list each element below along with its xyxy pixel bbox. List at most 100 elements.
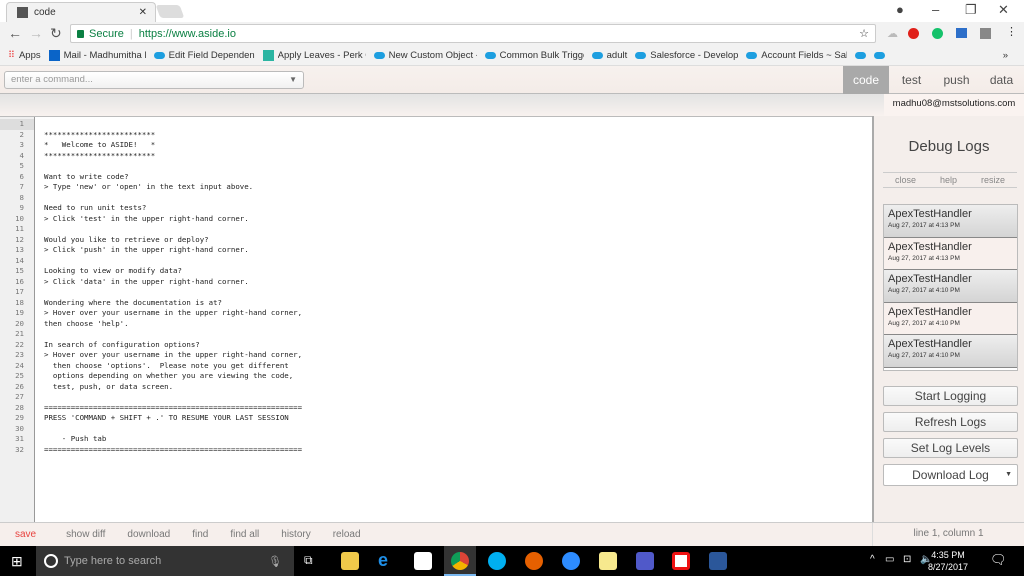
bookmark-item[interactable]: New Custom Object - bbox=[373, 50, 477, 61]
refresh-logs-button[interactable]: Refresh Logs bbox=[883, 412, 1018, 432]
close-window-button[interactable]: ✕ bbox=[998, 2, 1009, 18]
url-field[interactable]: Secure | https://www.aside.io ☆ bbox=[70, 24, 876, 43]
set-log-levels-button[interactable]: Set Log Levels bbox=[883, 438, 1018, 458]
profile-icon[interactable]: ● bbox=[896, 2, 904, 17]
line-number: 14 bbox=[15, 255, 24, 265]
browser-tab[interactable]: code ✕ bbox=[6, 2, 156, 22]
close-link[interactable]: close bbox=[895, 173, 916, 187]
download-log-select[interactable]: Download Log ▼ bbox=[883, 464, 1018, 486]
new-tab-button[interactable] bbox=[155, 5, 185, 18]
bookmark-item[interactable]: Common Bulk Trigge bbox=[484, 50, 584, 61]
cursor-position: line 1, column 1 bbox=[872, 523, 1024, 547]
line-number: 32 bbox=[15, 444, 24, 454]
debug-log-item[interactable]: ApexTestHandler Aug 27, 2017 at 4:10 PM bbox=[884, 335, 1017, 368]
taskbar-clock[interactable]: 4:35 PM 8/27/2017 bbox=[928, 549, 968, 573]
sticky-notes-icon[interactable] bbox=[599, 552, 617, 570]
store-icon[interactable] bbox=[414, 552, 432, 570]
tab-test[interactable]: test bbox=[889, 66, 934, 94]
windows-start-icon[interactable]: ⊞ bbox=[11, 553, 23, 570]
download-button[interactable]: download bbox=[127, 529, 170, 540]
salesforce-icon bbox=[484, 51, 496, 59]
line-number: 23 bbox=[15, 350, 24, 359]
reload-button[interactable]: ↻ bbox=[50, 25, 62, 42]
forward-button[interactable]: → bbox=[29, 25, 43, 41]
chevron-down-icon: ▼ bbox=[289, 75, 297, 84]
airtel-icon[interactable] bbox=[672, 552, 690, 570]
code-line: options depending on whether you are vie… bbox=[44, 371, 294, 380]
battery-icon[interactable]: ▭ bbox=[885, 554, 894, 565]
code-line: > Hover over your username in the upper … bbox=[44, 350, 303, 359]
bookmark-item[interactable]: Apply Leaves - Perk C bbox=[262, 49, 366, 61]
extension-icon[interactable] bbox=[956, 28, 967, 38]
command-input[interactable]: enter a command... ▼ bbox=[4, 71, 304, 89]
code-line: > Click 'push' in the upper right-hand c… bbox=[44, 245, 249, 254]
tab-push[interactable]: push bbox=[934, 66, 979, 94]
task-view-icon[interactable]: ⧉ bbox=[304, 553, 313, 568]
bookmark-item[interactable] bbox=[855, 51, 867, 59]
reload-button[interactable]: reload bbox=[333, 529, 361, 540]
code-line: - Push tab bbox=[44, 434, 107, 443]
grammarly-extension-icon[interactable] bbox=[932, 28, 943, 39]
chrome-menu-icon[interactable]: ⋮ bbox=[1006, 25, 1017, 38]
resize-link[interactable]: resize bbox=[981, 173, 1005, 187]
cloud-extension-icon[interactable]: ☁ bbox=[887, 27, 898, 40]
firefox-icon[interactable] bbox=[525, 552, 543, 570]
debug-log-item[interactable]: ApexTestHandler Aug 27, 2017 at 4:13 PM bbox=[884, 205, 1017, 238]
bookmark-item[interactable] bbox=[874, 51, 886, 59]
debug-log-list: ApexTestHandler Aug 27, 2017 at 4:13 PM Ap… bbox=[883, 204, 1018, 371]
close-tab-icon[interactable]: ✕ bbox=[139, 7, 147, 18]
teams-icon[interactable] bbox=[636, 552, 654, 570]
bookmarks-overflow-button[interactable]: » bbox=[1003, 50, 1008, 61]
file-explorer-icon[interactable] bbox=[341, 552, 359, 570]
line-number: 18 bbox=[15, 297, 24, 307]
find-button[interactable]: find bbox=[192, 529, 208, 540]
skype-icon[interactable] bbox=[488, 552, 506, 570]
debug-log-item[interactable]: ApexTestHandler Aug 27, 2017 at 4:10 PM bbox=[884, 302, 1017, 335]
outlook-icon bbox=[48, 49, 60, 61]
bookmark-item[interactable]: adult bbox=[591, 50, 627, 61]
windows-taskbar: ⊞ Type here to search 🎙 ⧉ e ^ ▭ ⊡ 🔈 4:35… bbox=[0, 546, 1024, 576]
line-number: 15 bbox=[15, 266, 24, 275]
username-menu[interactable]: madhu08@mstsolutions.com bbox=[884, 94, 1024, 116]
bookmark-item[interactable]: Account Fields ~ Sale bbox=[746, 50, 847, 61]
show-diff-button[interactable]: show diff bbox=[66, 529, 105, 540]
back-button[interactable]: ← bbox=[8, 25, 22, 41]
tray-overflow-icon[interactable]: ^ bbox=[870, 554, 875, 565]
code-line: > Click 'test' in the upper right-hand c… bbox=[44, 213, 249, 223]
chrome-taskbar-button[interactable] bbox=[444, 546, 476, 576]
debug-log-item[interactable]: ApexTestHandler Aug 27, 2017 at 4:10 PM bbox=[884, 270, 1017, 303]
history-button[interactable]: history bbox=[281, 529, 310, 540]
line-number: 6 bbox=[19, 171, 24, 181]
word-icon[interactable] bbox=[709, 552, 727, 570]
line-number: 26 bbox=[15, 381, 24, 391]
microphone-icon[interactable]: 🎙 bbox=[268, 555, 282, 568]
maximize-button[interactable]: ❐ bbox=[965, 2, 977, 18]
tab-data[interactable]: data bbox=[979, 66, 1024, 94]
minimize-button[interactable]: – bbox=[932, 2, 939, 17]
bookmark-item[interactable]: Salesforce - Develope bbox=[635, 50, 738, 61]
star-icon[interactable]: ☆ bbox=[859, 27, 869, 40]
save-button[interactable]: save bbox=[15, 529, 36, 540]
action-center-icon[interactable]: 🗨 bbox=[990, 552, 1007, 568]
find-all-button[interactable]: find all bbox=[230, 529, 259, 540]
code-line: test, push, or data screen. bbox=[44, 381, 174, 391]
bookmark-apps[interactable]: ⠿ Apps bbox=[8, 50, 41, 61]
bookmark-mail[interactable]: Mail - Madhumitha M bbox=[48, 49, 146, 61]
start-logging-button[interactable]: Start Logging bbox=[883, 386, 1018, 406]
help-link[interactable]: help bbox=[940, 173, 957, 187]
debug-panel-links: close help resize bbox=[883, 172, 1017, 188]
network-icon[interactable]: ⊡ bbox=[903, 554, 911, 565]
bookmark-item[interactable]: Edit Field Dependenc bbox=[153, 50, 255, 61]
log-name: ApexTestHandler bbox=[888, 273, 972, 285]
taskbar-search[interactable]: Type here to search 🎙 bbox=[36, 546, 294, 576]
code-line: > Click 'data' in the upper right-hand c… bbox=[44, 276, 249, 286]
debug-log-item[interactable]: ApexTestHandler Aug 27, 2017 at 4:13 PM bbox=[884, 237, 1017, 270]
extension-icon[interactable] bbox=[980, 28, 991, 39]
line-number: 5 bbox=[19, 161, 24, 170]
perk-icon bbox=[262, 49, 274, 61]
zoom-icon[interactable] bbox=[562, 552, 580, 570]
code-editor[interactable]: 1 2 3 4 5 6 7 8 9 10 11 12 13 14 15 16 17 18 19 20 21 22 23 24 2… bbox=[0, 116, 872, 523]
edge-icon[interactable]: e bbox=[378, 551, 396, 570]
opera-extension-icon[interactable] bbox=[908, 28, 919, 39]
tab-code[interactable]: code bbox=[843, 66, 889, 94]
